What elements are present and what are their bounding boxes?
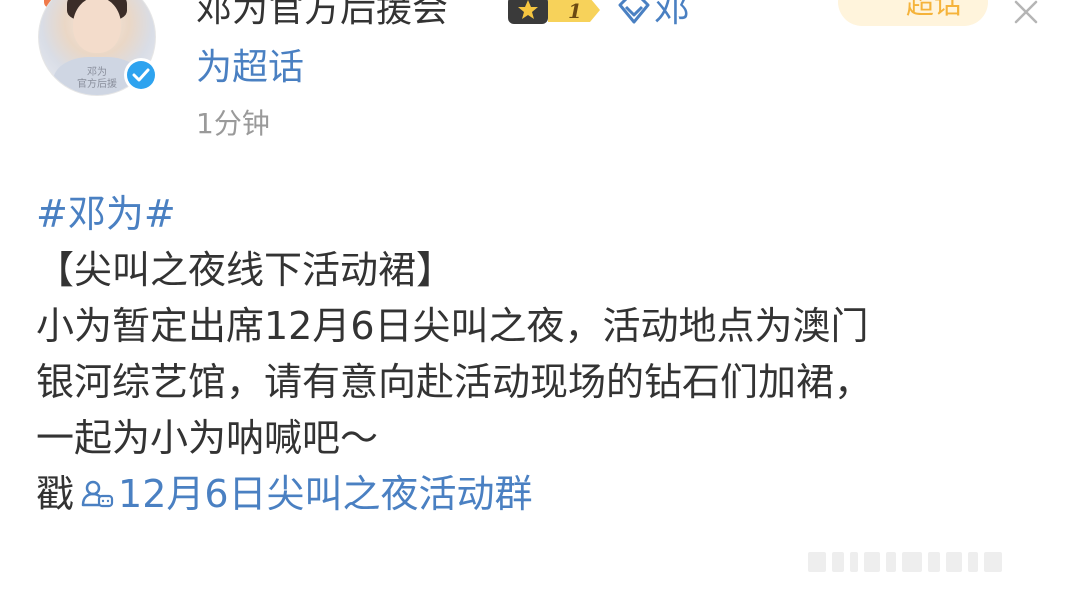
supertopic-button[interactable]: 超话 [838, 0, 988, 26]
username[interactable]: 邓为官方后援会 [196, 0, 448, 32]
post-content: #邓为# 【尖叫之夜线下活动裙】 小为暂定出席12月6日尖叫之夜，活动地点为澳门… [36, 186, 1066, 522]
avatar-container[interactable]: 邓为 官方后援 [38, 0, 158, 96]
fan-level-badge-icon[interactable]: 1 [506, 0, 604, 26]
post-body-line-2: 银河综艺馆，请有意向赴活动现场的钻石们加裙， [36, 360, 873, 404]
verified-check-icon [124, 58, 158, 92]
post-title: 【尖叫之夜线下活动裙】 [36, 248, 455, 292]
watermark [808, 552, 1002, 572]
supertopic-link-text[interactable]: 邓 [654, 0, 690, 30]
hashtag-link[interactable]: #邓为# [36, 186, 1066, 242]
supertopic-link-continued[interactable]: 为超话 [196, 46, 304, 90]
group-chat-link[interactable]: 12月6日尖叫之夜活动群 [118, 472, 533, 516]
supertopic-button-label: 超话 [905, 0, 962, 20]
supertopic-link[interactable]: 邓 [616, 0, 690, 36]
close-icon[interactable] [1006, 0, 1046, 32]
diamond-icon [616, 0, 652, 36]
post-body-line-3: 一起为小为呐喊吧～ [36, 416, 379, 460]
post-timestamp: 1分钟 [196, 107, 270, 140]
post-body-line-1: 小为暂定出席12月6日尖叫之夜，活动地点为澳门 [36, 304, 869, 348]
level-number: 1 [568, 0, 582, 23]
group-chat-line: 戳 12月6日尖叫之夜活动群 [36, 466, 1066, 522]
group-chat-icon[interactable] [80, 469, 114, 525]
poke-label: 戳 [36, 472, 75, 516]
